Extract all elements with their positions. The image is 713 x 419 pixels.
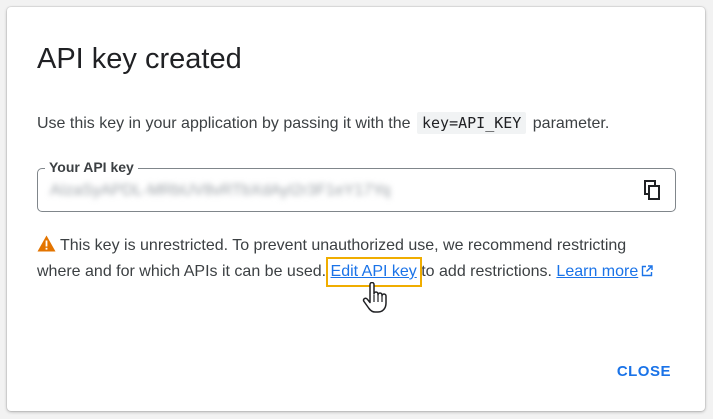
instruction-prefix: Use this key in your application by pass… (37, 115, 411, 132)
dialog-title: API key created (37, 43, 242, 75)
api-key-field-label: Your API key (45, 158, 138, 176)
warning-line-1: This key is unrestricted. To prevent una… (37, 233, 677, 259)
close-button[interactable]: CLOSE (617, 359, 671, 384)
unrestricted-warning: This key is unrestricted. To prevent una… (37, 233, 677, 287)
warning-text-line-2: where and for which APIs it can be used. (37, 263, 327, 280)
copy-button[interactable] (639, 177, 665, 203)
instruction-text: Use this key in your application by pass… (37, 111, 609, 136)
api-key-dialog: API key created Use this key in your app… (7, 7, 705, 411)
instruction-code: key=API_KEY (416, 112, 527, 134)
hand-pointer-cursor (362, 281, 388, 319)
api-key-value[interactable]: AIzaSyAPDL-MRbUV8vRTbXdAyI2r3F1eY17Yq (50, 181, 390, 201)
warning-text-middle: to add restrictions. (421, 263, 552, 280)
edit-api-key-highlight: Edit API key (325, 257, 422, 287)
warning-icon (37, 235, 56, 252)
warning-text-line-1: This key is unrestricted. To prevent una… (60, 237, 627, 254)
warning-line-2: where and for which APIs it can be used.… (37, 257, 677, 287)
external-link-icon (642, 265, 653, 277)
edit-api-key-link[interactable]: Edit API key (331, 263, 417, 280)
api-key-field[interactable]: Your API key AIzaSyAPDL-MRbUV8vRTbXdAyI2… (37, 158, 676, 212)
copy-icon (644, 180, 660, 200)
learn-more-link[interactable]: Learn more (556, 263, 653, 280)
instruction-suffix: parameter. (532, 115, 610, 132)
learn-more-label: Learn more (556, 263, 639, 280)
